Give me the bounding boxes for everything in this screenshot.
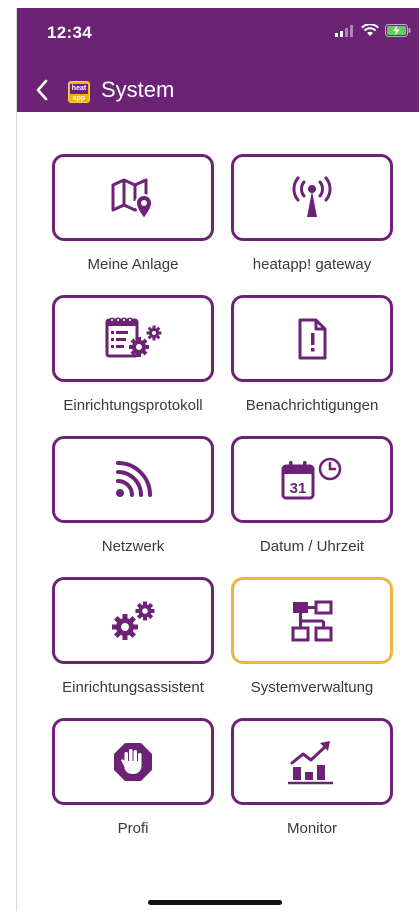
map-pin-icon [111, 178, 154, 221]
tile-netzwerk[interactable] [52, 436, 214, 523]
tile-label-monitor: Monitor [286, 820, 338, 837]
bar-chart-trend-icon [288, 740, 333, 784]
tile-label-systemverwaltung: Systemverwaltung [250, 679, 374, 696]
chevron-left-icon [36, 79, 48, 101]
tile-monitor[interactable] [231, 718, 393, 805]
frame-edge [0, 0, 16, 911]
tile-einrichtungsprotokoll[interactable] [52, 295, 214, 382]
status-time: 12:34 [47, 23, 92, 42]
tile-label-netzwerk: Netzwerk [101, 538, 165, 555]
tile-label-benachrichtigungen: Benachrichtigungen [245, 397, 379, 414]
navigation-bar: heat app System [16, 68, 419, 112]
tile-meine-anlage[interactable] [52, 154, 214, 241]
tile-label-einrichtungsprotokoll: Einrichtungsprotokoll [63, 397, 203, 414]
page-title: System [101, 77, 175, 102]
app-logo: heat app [68, 81, 90, 103]
back-button[interactable] [32, 77, 54, 103]
home-indicator[interactable] [148, 900, 282, 905]
tile-label-heatapp-gateway: heatapp! gateway [252, 256, 372, 273]
tile-datum-uhrzeit[interactable]: 31 [231, 436, 393, 523]
battery-charging-icon [385, 24, 411, 42]
tile-label-profi: Profi [117, 820, 149, 837]
wireless-signal-icon [116, 460, 152, 497]
tile-label-datum-uhrzeit: Datum / Uhrzeit [259, 538, 365, 555]
app-logo-text: heat app [70, 84, 88, 102]
frame-edge [0, 0, 419, 8]
status-icons [335, 23, 411, 42]
gears-icon [112, 601, 155, 640]
antenna-icon [292, 176, 332, 217]
frame-border [16, 8, 17, 911]
checklist-gears-icon [105, 316, 162, 357]
app-header: 12:34 heat app System [16, 8, 419, 112]
signal-bars-icon [335, 24, 355, 42]
tile-profi[interactable] [52, 718, 214, 805]
network-hierarchy-icon [291, 600, 333, 641]
tile-label-einrichtungsassistent: Einrichtungsassistent [62, 679, 204, 696]
wifi-icon [361, 23, 379, 42]
tile-benachrichtigungen[interactable] [231, 295, 393, 382]
document-alert-icon [298, 318, 327, 359]
tile-einrichtungsassistent[interactable] [52, 577, 214, 664]
tile-heatapp-gateway[interactable] [231, 154, 393, 241]
calendar-day: 31 [290, 480, 307, 497]
tile-label-meine-anlage: Meine Anlage [87, 256, 179, 273]
tile-systemverwaltung[interactable] [231, 577, 393, 664]
hand-stop-icon [114, 742, 152, 781]
calendar-clock-icon: 31 [281, 457, 342, 499]
